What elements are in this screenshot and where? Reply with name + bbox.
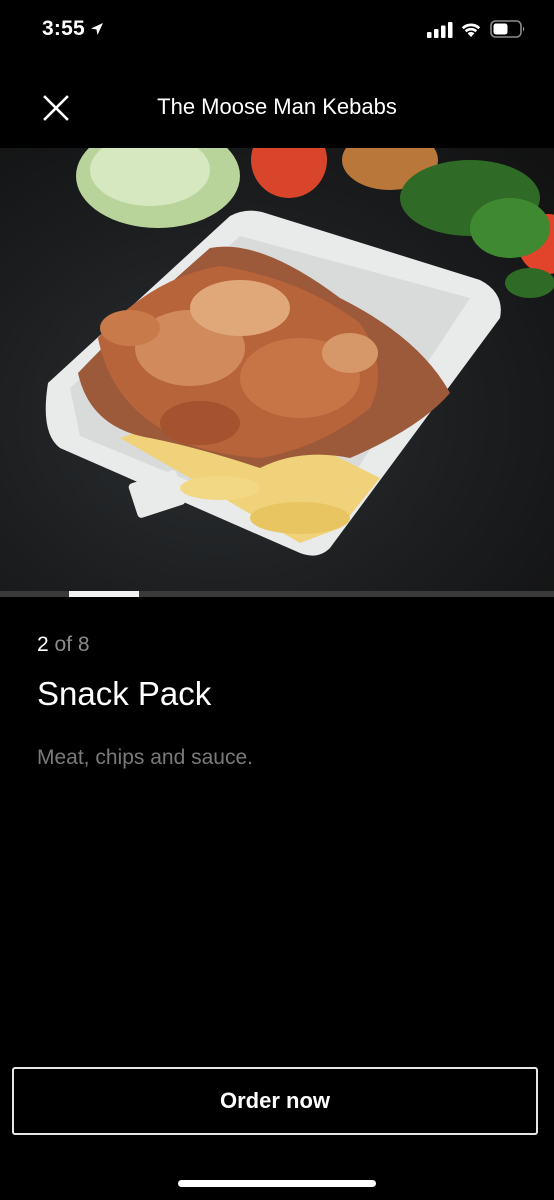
order-now-button[interactable]: Order now: [12, 1067, 538, 1135]
page-title: The Moose Man Kebabs: [157, 94, 397, 119]
status-time-text: 3:55: [42, 17, 85, 40]
gallery-counter: 2 of 8: [37, 633, 90, 657]
gallery-counter-current: 2: [37, 633, 49, 656]
gallery-pager-indicator: [69, 591, 139, 597]
item-title: Snack Pack: [37, 675, 212, 712]
snack-pack-illustration: [45, 148, 554, 556]
home-indicator[interactable]: [178, 1180, 376, 1187]
status-time: 3:55: [42, 17, 105, 41]
cellular-signal-icon: [427, 22, 453, 38]
header: The Moose Man Kebabs: [0, 74, 554, 140]
item-photo[interactable]: [0, 148, 554, 594]
battery-icon: [490, 20, 525, 38]
status-bar: 3:55: [0, 0, 554, 60]
item-description: Meat, chips and sauce.: [37, 746, 253, 769]
wifi-icon: [461, 23, 481, 37]
gallery-counter-total: of 8: [48, 633, 90, 656]
location-arrow-icon: [90, 23, 103, 35]
